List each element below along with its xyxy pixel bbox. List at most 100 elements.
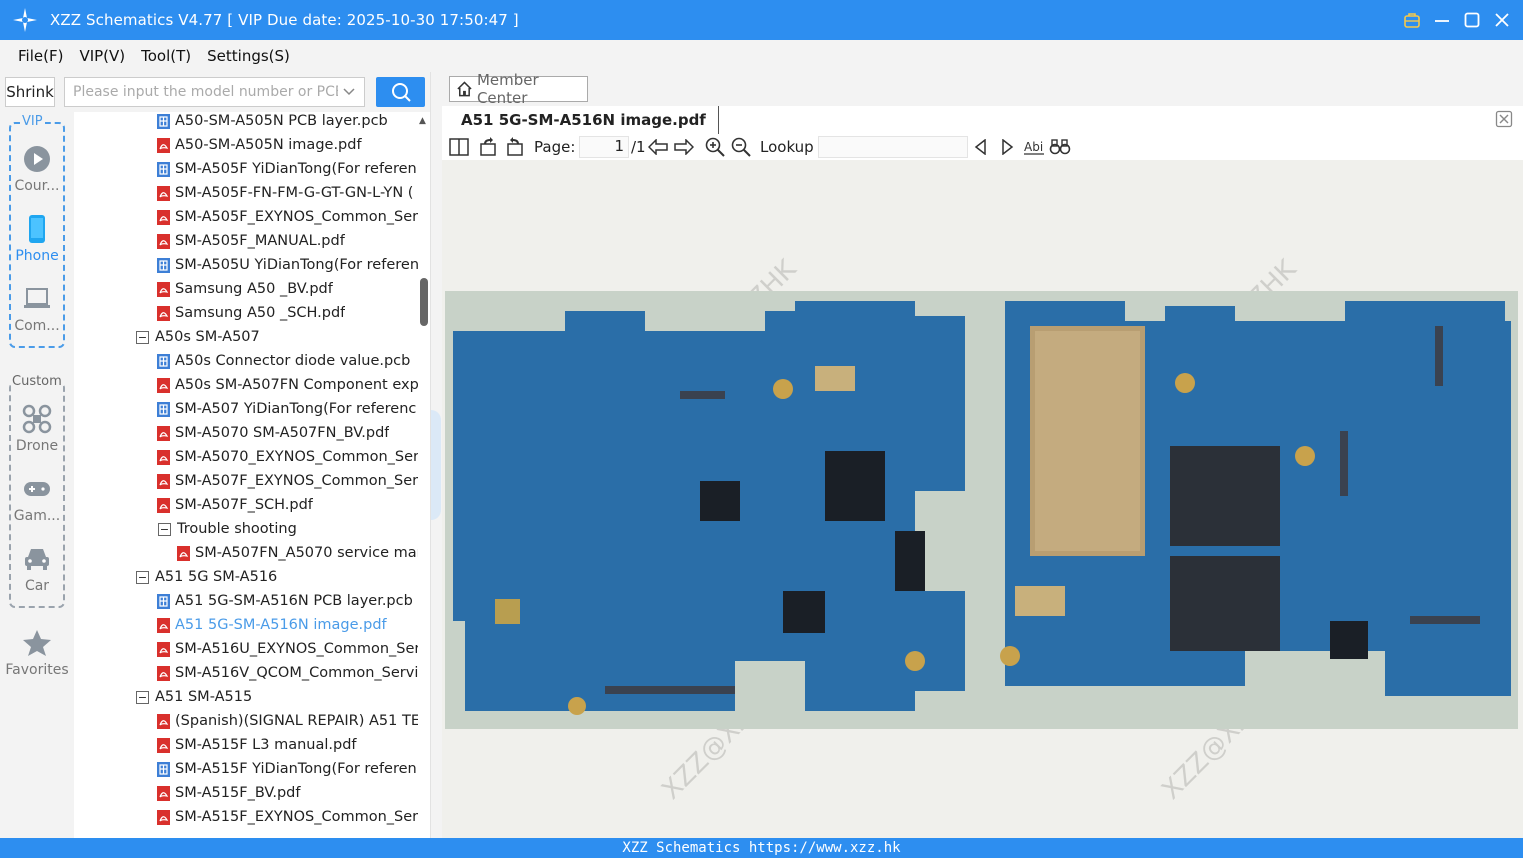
pdf-file-icon bbox=[157, 713, 170, 729]
tree-folder[interactable]: − A50s SM-A507 bbox=[136, 325, 418, 349]
tree-item-label: SM-A515F YiDianTong(For referen bbox=[175, 761, 417, 777]
tree-file[interactable]: Samsung A50 _BV.pdf bbox=[157, 277, 418, 301]
search-input[interactable]: Please input the model number or PCB bbox=[64, 77, 365, 107]
rail-item-computer[interactable]: Com... bbox=[4, 284, 70, 334]
find-prev-icon[interactable] bbox=[970, 136, 992, 158]
document-tabbar: A51 5G-SM-A516N image.pdf bbox=[442, 106, 1523, 134]
tree-item-label: SM-A515F_EXYNOS_Common_Serv bbox=[175, 809, 418, 825]
play-icon bbox=[24, 146, 50, 172]
pdf-file-icon bbox=[157, 809, 170, 825]
tree-item-label: Samsung A50 _BV.pdf bbox=[175, 281, 333, 297]
star-icon bbox=[23, 630, 51, 656]
search-button[interactable] bbox=[376, 77, 425, 107]
page-number-input[interactable]: 1 bbox=[579, 136, 629, 158]
tree-file[interactable]: SM-A516V_QCOM_Common_Servic bbox=[157, 661, 418, 685]
collapse-toggle-icon[interactable]: − bbox=[158, 522, 171, 536]
tree-file[interactable]: A50-SM-A505N image.pdf bbox=[157, 133, 418, 157]
tree-file[interactable]: Samsung A50 _SCH.pdf bbox=[157, 301, 418, 325]
zoom-out-icon[interactable] bbox=[730, 136, 752, 158]
pdf-file-icon bbox=[157, 473, 170, 489]
close-tab-icon[interactable] bbox=[1495, 110, 1513, 128]
rail-item-phone[interactable]: Phone bbox=[4, 214, 70, 264]
rail-item-drone[interactable]: Drone bbox=[4, 404, 70, 454]
pdf-file-icon bbox=[157, 641, 170, 657]
rail-item-favorites[interactable]: Favorites bbox=[4, 628, 70, 678]
match-case-icon[interactable]: Abi bbox=[1023, 136, 1045, 158]
tree-file[interactable]: SM-A505F-FN-FM-G-GT-GN-L-YN ( bbox=[157, 181, 418, 205]
tree-file[interactable]: A51 5G-SM-A516N PCB layer.pcb bbox=[157, 589, 418, 613]
collapse-toggle-icon[interactable]: − bbox=[136, 330, 149, 344]
tree-file[interactable]: SM-A507FN_A5070 service man bbox=[177, 541, 418, 565]
tree-file[interactable]: SM-A507F_EXYNOS_Common_Serv bbox=[157, 469, 418, 493]
rail-item-course[interactable]: Cour... bbox=[4, 144, 70, 194]
panel-splitter[interactable] bbox=[430, 72, 442, 838]
lookup-input[interactable] bbox=[818, 136, 968, 158]
tree-file[interactable]: SM-A505U YiDianTong(For referen bbox=[157, 253, 418, 277]
tree-file[interactable]: SM-A5070_EXYNOS_Common_Serv bbox=[157, 445, 418, 469]
category-rail: VIP Cour... Phone Com... Custom Drone Ga… bbox=[0, 112, 74, 838]
menu-vip[interactable]: VIP(V) bbox=[79, 47, 125, 65]
rail-item-game[interactable]: Gam... bbox=[4, 474, 70, 524]
rotate-right-icon[interactable] bbox=[504, 136, 526, 158]
tree-file[interactable]: SM-A516U_EXYNOS_Common_Serv bbox=[157, 637, 418, 661]
tree-file[interactable]: SM-A505F_EXYNOS_Common_Serv bbox=[157, 205, 418, 229]
member-bar: Member Center bbox=[442, 71, 1523, 107]
tree-file[interactable]: SM-A505F YiDianTong(For referen bbox=[157, 157, 418, 181]
tree-file[interactable]: SM-A505F_MANUAL.pdf bbox=[157, 229, 418, 253]
close-icon[interactable] bbox=[1493, 11, 1511, 29]
page-label: Page: bbox=[534, 138, 576, 156]
tree-file[interactable]: SM-A515F YiDianTong(For referen bbox=[157, 757, 418, 781]
tree-item-label: A50-SM-A505N image.pdf bbox=[175, 137, 362, 153]
tree-file[interactable]: A50s Connector diode value.pcb bbox=[157, 349, 418, 373]
tree-item-label: SM-A507F_EXYNOS_Common_Serv bbox=[175, 473, 418, 489]
tree-file[interactable]: A50-SM-A505N PCB layer.pcb bbox=[157, 112, 418, 133]
pdf-file-icon bbox=[157, 185, 170, 201]
menu-tool[interactable]: Tool(T) bbox=[141, 47, 191, 65]
pcb-board-image bbox=[445, 291, 1518, 729]
collapse-toggle-icon[interactable]: − bbox=[136, 570, 149, 584]
tree-file[interactable]: SM-A507F_SCH.pdf bbox=[157, 493, 418, 517]
find-next-icon[interactable] bbox=[996, 136, 1018, 158]
maximize-icon[interactable] bbox=[1463, 11, 1481, 29]
tree-scrollbar[interactable]: ▲ bbox=[418, 112, 430, 838]
prev-page-icon[interactable] bbox=[647, 136, 669, 158]
next-page-icon[interactable] bbox=[673, 136, 695, 158]
tab-document[interactable]: A51 5G-SM-A516N image.pdf bbox=[454, 106, 719, 134]
menu-file[interactable]: File(F) bbox=[18, 47, 63, 65]
tree-file[interactable]: SM-A5070 SM-A507FN_BV.pdf bbox=[157, 421, 418, 445]
tree-item-label: SM-A505F_EXYNOS_Common_Serv bbox=[175, 209, 418, 225]
tree-file[interactable]: A50s SM-A507FN Component expl bbox=[157, 373, 418, 397]
pdf-viewer[interactable]: XZZ@XZZHK XZZ@XZZHK XZZ@XZZHK XZZ@XZZHK bbox=[442, 160, 1523, 838]
collapse-handle[interactable] bbox=[431, 410, 441, 520]
rotate-left-icon[interactable] bbox=[477, 136, 499, 158]
tree-file[interactable]: SM-A515F_EXYNOS_Common_Serv bbox=[157, 805, 418, 829]
tree-file[interactable]: (Spanish)(SIGNAL REPAIR) A51 TEF bbox=[157, 709, 418, 733]
pdf-file-icon bbox=[157, 137, 170, 153]
menu-settings[interactable]: Settings(S) bbox=[207, 47, 290, 65]
tree-file[interactable]: SM-A507 YiDianTong(For referenc bbox=[157, 397, 418, 421]
pdf-file-icon bbox=[157, 377, 170, 393]
rail-item-car[interactable]: Car bbox=[4, 544, 70, 594]
chevron-down-icon[interactable] bbox=[342, 84, 356, 100]
tree-folder[interactable]: − Trouble shooting bbox=[158, 517, 418, 541]
sidebar-toggle-icon[interactable] bbox=[448, 136, 470, 158]
scroll-up-icon[interactable]: ▲ bbox=[419, 116, 426, 126]
menu-bar: File(F) VIP(V) Tool(T) Settings(S) bbox=[0, 40, 1523, 72]
tree-file[interactable]: A51 5G-SM-A516N image.pdf bbox=[157, 613, 418, 637]
minimize-icon[interactable] bbox=[1433, 11, 1451, 29]
find-all-icon[interactable] bbox=[1049, 136, 1071, 158]
rail-label-game: Gam... bbox=[13, 508, 61, 524]
tree-folder[interactable]: − A51 5G SM-A516 bbox=[136, 565, 418, 589]
shrink-button[interactable]: Shrink bbox=[5, 77, 55, 107]
vip-label: VIP bbox=[20, 114, 45, 129]
drone-icon bbox=[22, 404, 52, 434]
member-center-button[interactable]: Member Center bbox=[449, 71, 588, 107]
tree-file[interactable]: SM-A515F_BV.pdf bbox=[157, 781, 418, 805]
scroll-thumb[interactable] bbox=[420, 278, 428, 326]
tree-file[interactable]: SM-A515F L3 manual.pdf bbox=[157, 733, 418, 757]
collapse-toggle-icon[interactable]: − bbox=[136, 690, 149, 704]
tree-folder[interactable]: − A51 SM-A515 bbox=[136, 685, 418, 709]
vip-bag-icon[interactable] bbox=[1403, 11, 1421, 29]
tree-item-label: SM-A516U_EXYNOS_Common_Serv bbox=[175, 641, 418, 657]
zoom-in-icon[interactable] bbox=[704, 136, 726, 158]
